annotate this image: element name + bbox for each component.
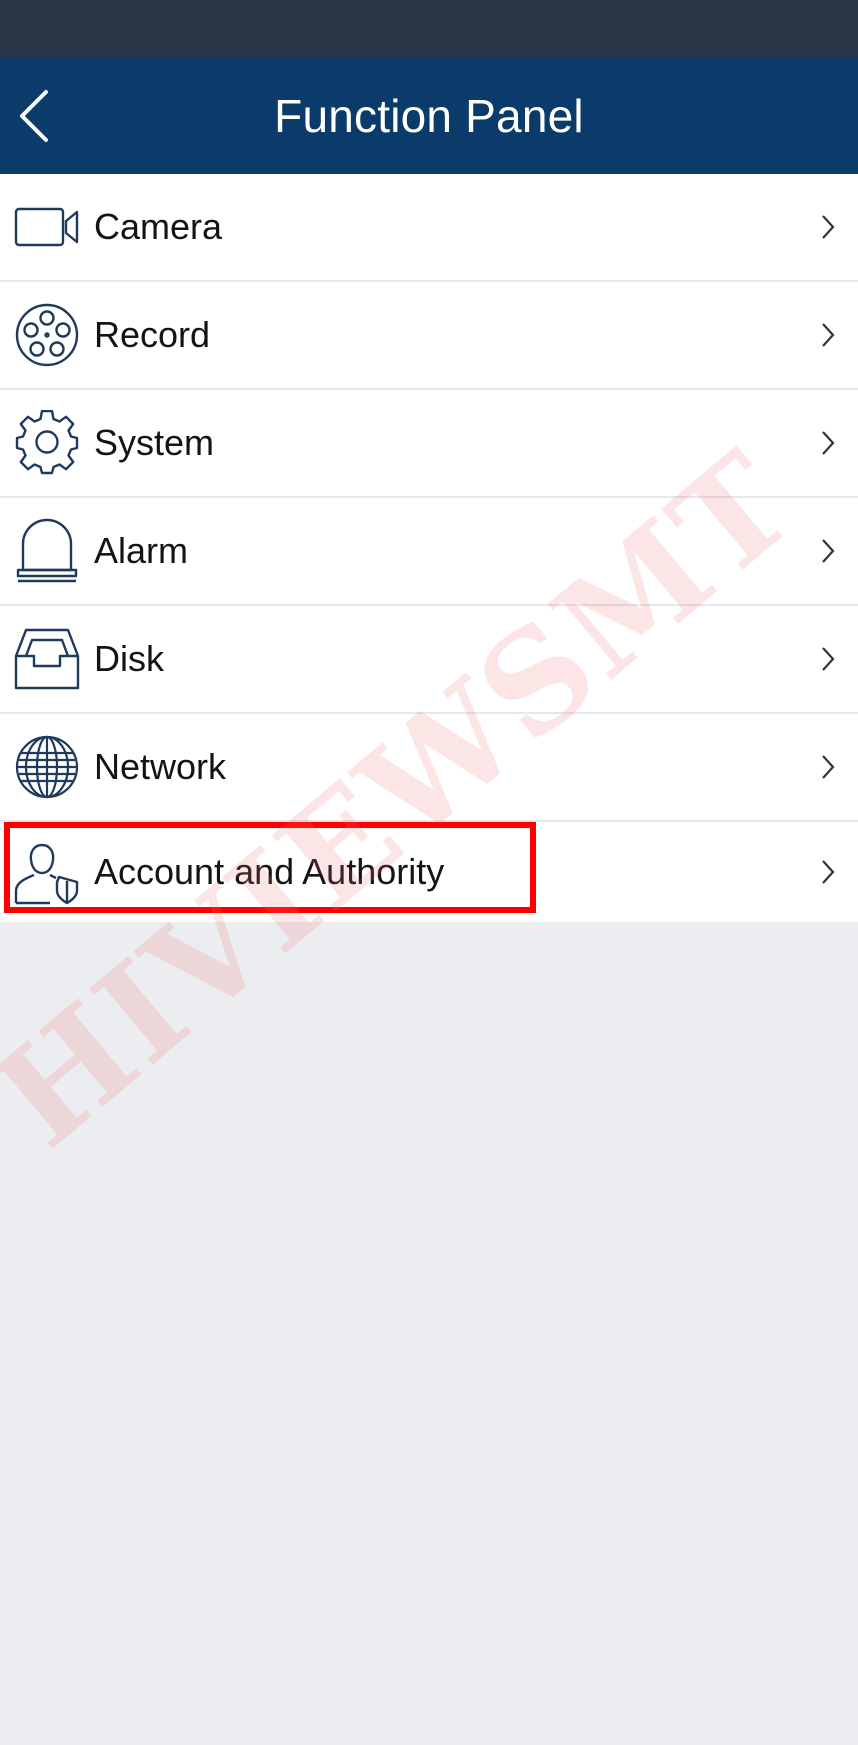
globe-icon — [14, 734, 80, 800]
menu-item-network[interactable]: Network — [0, 714, 858, 822]
menu-item-label: Disk — [94, 638, 164, 679]
menu-item-label: Record — [94, 314, 211, 355]
menu-item-record[interactable]: Record — [0, 282, 858, 390]
function-menu: Camera Record System Alarm Disk Network … — [0, 174, 858, 922]
user-shield-icon — [14, 839, 80, 905]
chevron-right-icon — [820, 538, 836, 564]
gear-icon — [14, 410, 80, 476]
chevron-right-icon — [820, 214, 836, 240]
menu-item-camera[interactable]: Camera — [0, 174, 858, 282]
disk-tray-icon — [14, 626, 80, 692]
menu-item-label: System — [94, 422, 215, 463]
status-bar — [0, 0, 858, 58]
app-header: Function Panel — [0, 58, 858, 174]
menu-item-label: Camera — [94, 206, 223, 247]
chevron-right-icon — [820, 859, 836, 885]
alarm-bell-icon — [14, 518, 80, 584]
menu-item-label: Account and Authority — [94, 851, 445, 892]
menu-item-label: Network — [94, 746, 227, 787]
menu-item-account-and-authority[interactable]: Account and Authority — [0, 822, 858, 922]
page-title: Function Panel — [274, 90, 584, 142]
menu-item-system[interactable]: System — [0, 390, 858, 498]
menu-item-label: Alarm — [94, 530, 189, 571]
film-reel-icon — [14, 302, 80, 368]
chevron-right-icon — [820, 754, 836, 780]
video-camera-icon — [14, 194, 80, 260]
menu-item-alarm[interactable]: Alarm — [0, 498, 858, 606]
chevron-right-icon — [820, 646, 836, 672]
chevron-right-icon — [820, 322, 836, 348]
chevron-right-icon — [820, 430, 836, 456]
menu-item-disk[interactable]: Disk — [0, 606, 858, 714]
